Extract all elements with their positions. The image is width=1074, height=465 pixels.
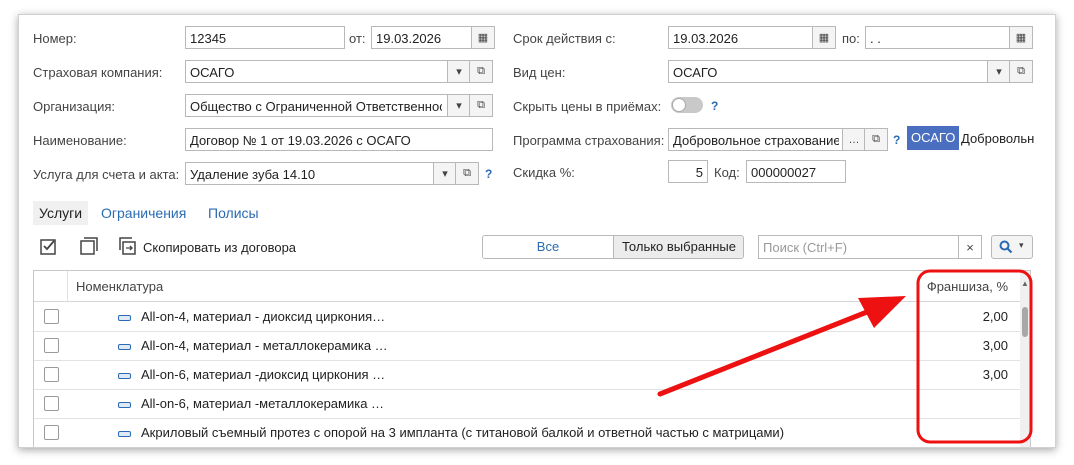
annotation-overlay: [657, 269, 1033, 444]
annotation-highlight-box: [916, 269, 1033, 444]
annotation-arrow-shaft: [657, 307, 875, 397]
